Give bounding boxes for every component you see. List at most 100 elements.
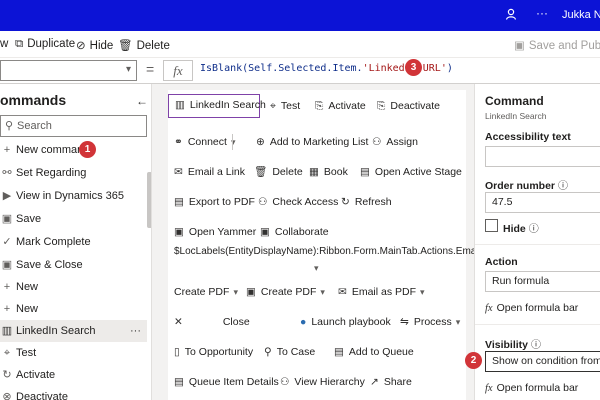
canvas-button-deactivate[interactable]: ⎘ Deactivate (371, 94, 440, 118)
user-name[interactable]: Jukka Niira (562, 9, 600, 21)
command-list-item-selected[interactable]: ▥ LinkedIn Search ··· (0, 320, 147, 342)
hide-button[interactable]: ⊘ Hide (76, 38, 113, 52)
open-formula-bar-link[interactable]: fx Open formula bar (485, 302, 578, 314)
back-arrow-icon[interactable]: ← (136, 94, 148, 108)
canvas-button-connect[interactable]: ⚭ Connect (168, 130, 227, 154)
chevron-down-icon: ▾ (233, 287, 238, 297)
chevron-down-icon: ▾ (455, 317, 461, 327)
fx-icon: fx (485, 303, 493, 314)
visibility-select[interactable]: Show on condition from for... (485, 351, 600, 372)
visibility-label: Visibility ⓘ (485, 339, 541, 351)
property-selector[interactable]: ▾ (0, 60, 137, 81)
dynamics-icon: ▶ (2, 190, 12, 202)
linkedin-icon: ▥ (1, 325, 13, 337)
canvas-button-to-case[interactable]: ⚲ To Case (258, 340, 315, 364)
command-list-item[interactable]: + New (0, 276, 147, 298)
canvas-button-refresh[interactable]: ↻ Refresh (335, 190, 392, 214)
properties-title: Command (485, 94, 544, 108)
action-label: Action (485, 256, 518, 268)
chevron-down-icon[interactable]: ▾ (314, 263, 319, 274)
canvas-button-email-as-pdf-loc-label[interactable]: $LocLabels(EntityDisplayName):Ribbon.For… (174, 246, 512, 257)
canvas-button-to-opportunity[interactable]: ▯ To Opportunity (168, 340, 253, 364)
divider (232, 134, 233, 150)
command-list-item[interactable]: ▶ View in Dynamics 365 (0, 185, 147, 207)
callout-badge-3: 3 (405, 59, 422, 76)
canvas-button-open-yammer[interactable]: ▣ Open Yammer (168, 220, 256, 244)
canvas-button-create-pdf-2[interactable]: ▣ Create PDF ▾ (240, 280, 325, 304)
deactivate-icon: ⊗ (2, 391, 12, 400)
hide-icon: ⊘ (76, 40, 86, 52)
collaborate-icon: ▣ (260, 226, 270, 238)
canvas-button-launch-playbook[interactable]: ● Launch playbook (294, 310, 391, 334)
delete-button[interactable]: 🗑 Delete (118, 38, 170, 52)
canvas-button-book[interactable]: ▦ Book (303, 160, 348, 184)
playbook-icon: ● (300, 316, 307, 328)
canvas-button-email-a-link[interactable]: ✉ Email a Link (168, 160, 245, 184)
canvas-button-assign[interactable]: ⚇ Assign (366, 130, 418, 154)
canvas-button-share[interactable]: ↗ Share (364, 370, 412, 394)
search-icon: ⚲ (5, 120, 14, 132)
canvas-button-check-access[interactable]: ⚇ Check Access (252, 190, 338, 214)
command-list-item[interactable]: ↻ Activate (0, 364, 147, 386)
order-number-input[interactable]: 47.5 (485, 192, 600, 213)
save-and-publish-button[interactable]: ▣Save and Publish (514, 38, 600, 52)
command-list-item[interactable]: ▣ Save (0, 208, 147, 230)
new-command-item[interactable]: + New command (0, 139, 147, 161)
stage-icon: ▤ (360, 166, 370, 178)
link-icon: ⚯ (2, 167, 12, 179)
commands-pane: ommands ← ⚲ Search + New command ⚯ Set Reg… (0, 84, 152, 400)
action-select[interactable]: Run formula (485, 271, 600, 292)
duplicate-button[interactable]: ⧉ Duplicate (15, 38, 75, 51)
canvas-button-queue-item-details[interactable]: ▤ Queue Item Details (168, 370, 279, 394)
command-bar: w ⧉ Duplicate ⊘ Hide 🗑 Delete ▣ Save and Pub… (0, 31, 600, 58)
accessibility-text-input[interactable] (485, 146, 600, 167)
plus-icon: + (3, 144, 11, 156)
info-icon: ⓘ (558, 181, 569, 192)
linkedin-icon: ▥ (175, 99, 185, 111)
command-list-item[interactable]: ⊗ Deactivate (0, 386, 147, 400)
command-list-item[interactable]: + New (0, 298, 147, 320)
commands-title: ommands (0, 92, 67, 108)
fx-icon: fx (485, 383, 493, 394)
people-icon[interactable] (505, 8, 517, 23)
chevron-down-icon: ▾ (125, 64, 131, 75)
command-list-item[interactable]: ⌖ Test (0, 342, 147, 364)
fx-button[interactable]: fx (163, 60, 193, 81)
hide-checkbox[interactable] (485, 219, 498, 232)
canvas-button-collaborate[interactable]: ▣ Collaborate (254, 220, 329, 244)
canvas-button-test[interactable]: ⌖ Test (264, 94, 300, 118)
case-icon: ⚲ (264, 346, 272, 358)
command-list-item[interactable]: ▣ Save & Close (0, 254, 147, 276)
save-close-icon: ▣ (1, 259, 13, 271)
canvas-button-close[interactable]: ✕ Close (168, 310, 250, 334)
more-options-icon[interactable]: ··· (130, 320, 141, 342)
queue-icon: ▤ (334, 346, 344, 358)
canvas-button-export-to-pdf[interactable]: ▤ Export to PDF (168, 190, 255, 214)
canvas-button-activate[interactable]: ⎘ Activate (309, 94, 366, 118)
canvas-button-view-hierarchy[interactable]: ⚇ View Hierarchy (274, 370, 365, 394)
canvas-button-create-pdf-1[interactable]: Create PDF ▾ (168, 280, 238, 304)
activate-icon: ↻ (2, 369, 12, 381)
properties-subtitle: LinkedIn Search (485, 111, 547, 121)
new-button[interactable]: w (0, 38, 8, 50)
canvas-button-delete[interactable]: 🗑 Delete (248, 160, 303, 184)
canvas-button-email-as-pdf[interactable]: ✉ Email as PDF ▾ (332, 280, 425, 304)
canvas-button-add-to-marketing-list[interactable]: ⊕ Add to Marketing List (250, 130, 368, 154)
yammer-icon: ▣ (174, 226, 184, 238)
ellipsis-icon[interactable]: ··· (536, 6, 548, 20)
marketing-list-icon: ⊕ (256, 136, 265, 148)
canvas-button-add-to-queue[interactable]: ▤ Add to Queue (328, 340, 414, 364)
connect-icon: ⚭ (174, 136, 183, 148)
open-formula-bar-link-2[interactable]: fx Open formula bar (485, 382, 578, 394)
formula-bar: ▾ = fx IsBlank(Self.Selected.Item.'Linke… (0, 58, 600, 84)
save-icon: ▣ (514, 40, 525, 52)
canvas-button-open-active-stage[interactable]: ▤ Open Active Stage (354, 160, 462, 184)
command-list-item[interactable]: ⚯ Set Regarding (0, 162, 147, 184)
hide-label: Hide ⓘ (503, 223, 539, 235)
search-input[interactable]: ⚲ Search (0, 115, 147, 137)
canvas-button-linkedin-search[interactable]: ▥ LinkedIn Search (168, 94, 266, 118)
email-pdf-icon: ✉ (338, 286, 347, 298)
command-list-item[interactable]: ✓ Mark Complete (0, 231, 147, 253)
accessibility-text-label: Accessibility text (485, 131, 571, 143)
canvas-button-process[interactable]: ⇋ Process ▾ (394, 310, 460, 334)
